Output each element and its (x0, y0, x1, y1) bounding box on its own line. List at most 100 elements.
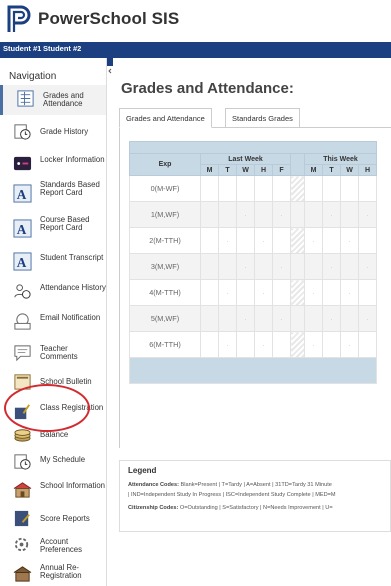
svg-text:A: A (17, 255, 27, 270)
sidebar-item-label: Teacher Comments (40, 344, 78, 361)
exp-cell[interactable]: 6(M-TTH) (129, 331, 201, 358)
report-card-icon: A (13, 184, 32, 203)
table-footer-row (129, 357, 377, 384)
sidebar-item-label: My Schedule (40, 455, 86, 464)
table-top-band (129, 141, 377, 154)
exp-cell[interactable]: 5(M,WF) (129, 305, 201, 332)
account-preferences-icon (14, 537, 29, 552)
this-week-header: This Week (304, 153, 377, 165)
day-header: T (218, 164, 237, 176)
table-row: 1(M,WF).... (129, 201, 377, 228)
day-header: M (304, 164, 323, 176)
annotation-circle (4, 384, 90, 432)
sidebar-item-locker-information[interactable]: Locker Information (0, 150, 106, 180)
grades-panel: Exp Last Week This Week M T W H F M T W … (119, 128, 391, 448)
exp-cell[interactable]: 0(M-WF) (129, 175, 201, 202)
main-content: Grades and Attendance: Grades and Attend… (113, 58, 391, 586)
attendance-table-body: 0(M-WF) 1(M,WF).... 2(M-TTH).... 3(M,WF)… (129, 175, 377, 384)
school-icon (13, 482, 32, 498)
student-tabs-bar: Student #1 Student #2 (0, 42, 391, 58)
nav-title: Navigation (9, 71, 57, 82)
sidebar-item-label: School Information (40, 481, 106, 490)
student-tab-2[interactable]: Student #2 (43, 44, 81, 53)
sidebar-item-label: Locker Information (40, 155, 105, 164)
sidebar-item-account-preferences[interactable]: Account Preferences (0, 532, 106, 562)
student-tab-1[interactable]: Student #1 (3, 44, 41, 53)
tab-bar: Grades and Attendance Standards Grades (119, 108, 391, 128)
exp-cell[interactable]: 2(M-TTH) (129, 227, 201, 254)
locker-icon (13, 156, 32, 171)
attendance-codes-text: Blank=Present | T=Tardy | A=Absent | 31T… (180, 482, 332, 488)
table-row: 3(M,WF).... (129, 253, 377, 280)
sidebar-item-my-schedule[interactable]: My Schedule (0, 448, 106, 478)
day-header: H (254, 164, 273, 176)
powerschool-logo-icon[interactable] (5, 4, 35, 34)
table-row: 2(M-TTH).... (129, 227, 377, 254)
transcript-icon: A (13, 252, 32, 271)
legend-title: Legend (128, 466, 157, 475)
sidebar-item-score-reports[interactable]: Score Reports (0, 505, 106, 535)
history-clock-icon (14, 124, 31, 140)
sidebar-item-student-transcript[interactable]: A Student Transcript (0, 248, 106, 278)
tab-grades-and-attendance[interactable]: Grades and Attendance (119, 108, 212, 128)
sidebar-item-annual-re-registration[interactable]: Annual Re-Registration (0, 560, 106, 586)
sidebar-item-grade-history[interactable]: Grade History (0, 118, 106, 148)
comments-icon (14, 345, 31, 362)
attendance-codes-label: Attendance Codes: (128, 482, 179, 488)
app-header: PowerSchool SIS (0, 0, 391, 40)
email-icon (14, 313, 31, 330)
sidebar-item-label: Attendance History (40, 283, 106, 292)
citizenship-codes-text: O=Outstanding | S=Satisfactory | N=Needs… (179, 505, 333, 511)
exp-cell[interactable]: 1(M,WF) (129, 201, 201, 228)
tab-standards-grades[interactable]: Standards Grades (225, 108, 300, 128)
sidebar-item-grades-and-attendance[interactable]: Grades and Attendance (0, 85, 106, 115)
sidebar-item-label: Grade History (40, 127, 89, 136)
sidebar-item-teacher-comments[interactable]: Teacher Comments (0, 339, 106, 369)
score-reports-icon (14, 510, 30, 527)
day-header: W (236, 164, 255, 176)
attendance-table: Exp Last Week This Week M T W H F M T W … (129, 141, 377, 384)
legend: Legend Attendance Codes: Blank=Present |… (119, 460, 391, 532)
re-registration-icon (13, 566, 32, 582)
sidebar-item-attendance-history[interactable]: Attendance History (0, 278, 106, 308)
day-header: W (340, 164, 359, 176)
svg-text:A: A (17, 222, 27, 237)
app-title: PowerSchool SIS (38, 9, 180, 28)
sidebar-item-label: Annual Re-Registration (40, 563, 82, 580)
table-row: 5(M,WF).... (129, 305, 377, 332)
sidebar-item-label: Score Reports (40, 514, 90, 523)
sidebar-item-label: Course Based Report Card (40, 215, 90, 232)
page-title: Grades and Attendance: (121, 80, 294, 97)
grades-icon (17, 90, 34, 107)
attendance-history-icon (14, 284, 31, 299)
sidebar-item-label: Email Notification (40, 313, 101, 322)
day-header: M (200, 164, 219, 176)
sidebar-item-standards-based-report-card[interactable]: A Standards Based Report Card (0, 180, 106, 210)
citizenship-codes-line: Citizenship Codes: O=Outstanding | S=Sat… (128, 505, 333, 511)
svg-text:A: A (17, 187, 27, 202)
week-separator (290, 153, 305, 176)
last-week-header: Last Week (200, 153, 291, 165)
sidebar-item-label: Grades and Attendance (43, 91, 84, 108)
sidebar-item-school-information[interactable]: School Information (0, 476, 106, 506)
table-row: 6(M-TTH).... (129, 331, 377, 358)
attendance-codes-line: Attendance Codes: Blank=Present | T=Tard… (128, 482, 332, 488)
table-row: 4(M-TTH).... (129, 279, 377, 306)
exp-cell[interactable]: 3(M,WF) (129, 253, 201, 280)
sidebar-item-email-notification[interactable]: Email Notification (0, 308, 106, 338)
report-card-icon: A (13, 219, 32, 238)
day-header: F (272, 164, 291, 176)
sidebar-item-label: Student Transcript (40, 253, 104, 262)
exp-header: Exp (129, 153, 201, 176)
attendance-codes-line-2: | IND=Independent Study In Progress | IS… (128, 492, 336, 498)
table-row: 0(M-WF) (129, 175, 377, 202)
exp-cell[interactable]: 4(M-TTH) (129, 279, 201, 306)
sidebar-item-label: Balance (40, 430, 69, 439)
sidebar-item-label: Account Preferences (40, 537, 83, 554)
sidebar-item-label: Standards Based Report Card (40, 180, 100, 197)
sidebar-item-course-based-report-card[interactable]: A Course Based Report Card (0, 215, 106, 245)
schedule-icon (14, 454, 31, 470)
sidebar: Navigation Grades and Attendance Grade H… (0, 58, 107, 586)
day-header: T (322, 164, 341, 176)
day-header: H (358, 164, 377, 176)
